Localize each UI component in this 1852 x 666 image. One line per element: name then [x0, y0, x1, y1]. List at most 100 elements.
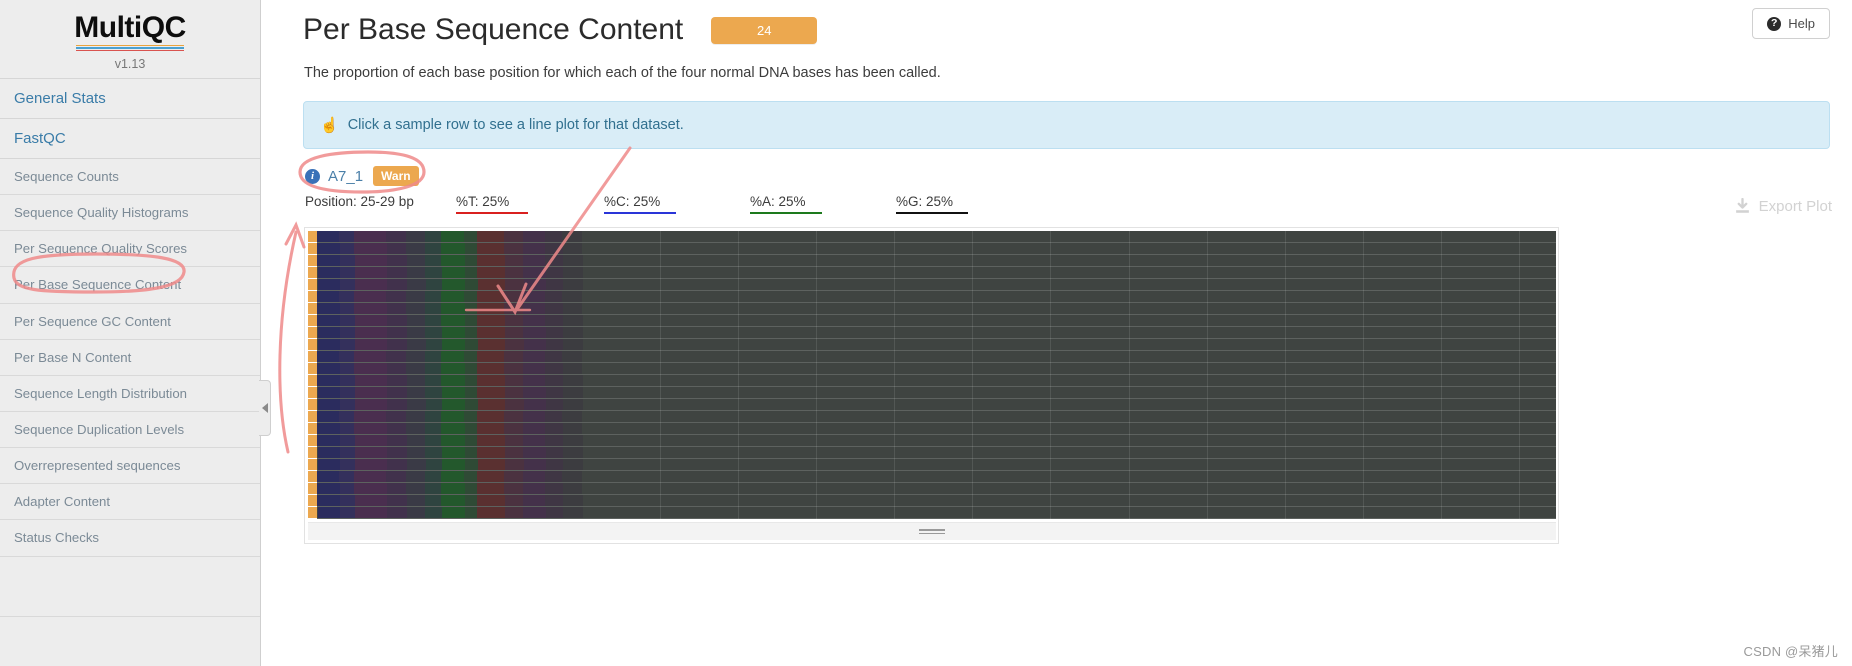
horizontal-scrollbar[interactable]: [308, 522, 1556, 540]
heatmap-cell: [387, 399, 408, 410]
status-cell[interactable]: [308, 507, 317, 519]
sample-name-label[interactable]: A7_1: [328, 168, 363, 185]
heatmap-row[interactable]: [317, 507, 1556, 519]
heatmap-row[interactable]: [317, 435, 1556, 447]
status-cell[interactable]: [308, 279, 317, 291]
heatmap-cell: [424, 411, 441, 422]
sidebar-item-per-sequence-gc-content[interactable]: Per Sequence GC Content: [0, 304, 260, 340]
status-cell[interactable]: [308, 291, 317, 303]
heatmap-row[interactable]: [317, 399, 1556, 411]
heatmap-row[interactable]: [317, 255, 1556, 267]
sidebar-item-sequence-counts[interactable]: Sequence Counts: [0, 159, 260, 196]
heatmap-row[interactable]: [317, 483, 1556, 495]
heatmap-row[interactable]: [317, 267, 1556, 279]
heatmap-cell: [440, 351, 465, 362]
heatmap-cell: [354, 435, 387, 446]
status-cell[interactable]: [308, 303, 317, 315]
heatmap-row[interactable]: [317, 459, 1556, 471]
status-cell[interactable]: [308, 315, 317, 327]
status-cell[interactable]: [308, 243, 317, 255]
sidebar-item-sequence-quality-histograms[interactable]: Sequence Quality Histograms: [0, 195, 260, 232]
status-cell[interactable]: [308, 471, 317, 483]
heatmap-cell: [582, 291, 1556, 302]
sidebar-item-label: Per Base N Content: [14, 349, 132, 365]
status-cell[interactable]: [308, 327, 317, 339]
multiqc-logo: MultiQC: [74, 12, 186, 53]
status-cell[interactable]: [308, 423, 317, 435]
heatmap-cell: [523, 435, 546, 446]
status-cell[interactable]: [308, 495, 317, 507]
heatmap-row[interactable]: [317, 495, 1556, 507]
heatmap-row[interactable]: [317, 375, 1556, 387]
heatmap-cell: [339, 291, 355, 302]
heatmap-cell: [477, 303, 505, 314]
help-button[interactable]: ? Help: [1752, 8, 1830, 39]
status-cell[interactable]: [308, 363, 317, 375]
export-plot-button[interactable]: Export Plot: [1734, 198, 1832, 215]
sidebar-item-label: Sequence Quality Histograms: [14, 205, 189, 221]
heatmap-row[interactable]: [317, 243, 1556, 255]
heatmap-cell: [354, 483, 387, 494]
heatmap-row[interactable]: [317, 291, 1556, 303]
heatmap-cell: [441, 423, 465, 434]
sidebar-item-per-base-sequence-content[interactable]: Per Base Sequence Content: [0, 267, 260, 304]
sidebar-collapse-handle[interactable]: [259, 380, 271, 436]
heatmap-row[interactable]: [317, 303, 1556, 315]
sidebar-item-sequence-length-distribution[interactable]: Sequence Length Distribution: [0, 376, 260, 412]
heatmap-row[interactable]: [317, 279, 1556, 291]
heatmap-cell: [441, 399, 466, 410]
status-cell[interactable]: [308, 447, 317, 459]
sidebar-item-overrepresented-sequences[interactable]: Overrepresented sequences: [0, 448, 260, 485]
sidebar-item-sequence-duplication-levels[interactable]: Sequence Duplication Levels: [0, 412, 260, 449]
heatmap-row[interactable]: [317, 231, 1556, 243]
heatmap-canvas[interactable]: [317, 231, 1556, 519]
stat-label-2: %C: 25%: [604, 194, 676, 214]
heatmap-cell: [477, 279, 505, 290]
heatmap-cell: [504, 363, 523, 374]
status-cell[interactable]: [308, 459, 317, 471]
sidebar-section-fastqc[interactable]: FastQC: [0, 119, 260, 159]
heatmap-row[interactable]: [317, 447, 1556, 459]
heatmap-cell: [476, 291, 505, 302]
status-cell[interactable]: [308, 399, 317, 411]
per-base-sequence-content-heatmap[interactable]: [304, 227, 1559, 544]
status-cell[interactable]: [308, 231, 317, 243]
heatmap-cell: [477, 447, 505, 458]
info-icon[interactable]: i: [305, 168, 320, 184]
status-cell[interactable]: [308, 411, 317, 423]
status-cell[interactable]: [308, 483, 317, 495]
status-cell[interactable]: [308, 387, 317, 399]
heatmap-row[interactable]: [317, 423, 1556, 435]
heatmap-row[interactable]: [317, 315, 1556, 327]
heatmap-row[interactable]: [317, 327, 1556, 339]
heatmap-cell: [464, 315, 478, 326]
status-cell[interactable]: [308, 435, 317, 447]
heatmap-cell: [545, 243, 563, 254]
heatmap-cell: [477, 387, 505, 398]
heatmap-cell: [504, 507, 524, 518]
heatmap-cell: [406, 495, 426, 506]
heatmap-row[interactable]: [317, 471, 1556, 483]
sidebar-item-status-checks[interactable]: Status Checks: [0, 520, 260, 557]
heatmap-cell: [464, 243, 478, 254]
heatmap-cell: [441, 267, 466, 278]
heatmap-cell: [545, 375, 563, 386]
sidebar-item-general-stats[interactable]: General Stats: [0, 79, 260, 119]
status-cell[interactable]: [308, 267, 317, 279]
heatmap-row[interactable]: [317, 363, 1556, 375]
heatmap-row[interactable]: [317, 387, 1556, 399]
status-cell[interactable]: [308, 351, 317, 363]
heatmap-cell: [545, 303, 563, 314]
heatmap-row[interactable]: [317, 339, 1556, 351]
sidebar-item-adapter-content[interactable]: Adapter Content: [0, 484, 260, 521]
status-cell[interactable]: [308, 255, 317, 267]
heatmap-cell: [386, 483, 407, 494]
sidebar-item-per-base-n-content[interactable]: Per Base N Content: [0, 340, 260, 376]
status-cell[interactable]: [308, 339, 317, 351]
heatmap-cell: [441, 339, 466, 350]
sidebar-item-label: Sequence Duplication Levels: [14, 421, 185, 437]
heatmap-row[interactable]: [317, 411, 1556, 423]
sidebar-item-per-sequence-quality-scores[interactable]: Per Sequence Quality Scores: [0, 231, 260, 268]
heatmap-row[interactable]: [317, 351, 1556, 363]
status-cell[interactable]: [308, 375, 317, 387]
